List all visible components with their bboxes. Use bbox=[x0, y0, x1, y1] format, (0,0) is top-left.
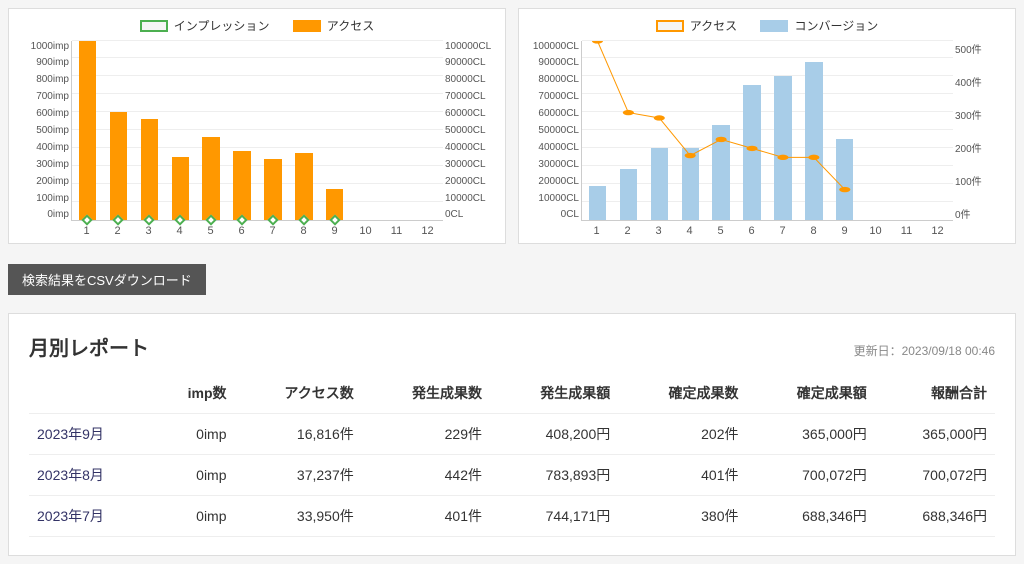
cell-period[interactable]: 2023年8月 bbox=[29, 454, 153, 495]
cell-hassei-count: 442件 bbox=[362, 454, 490, 495]
swatch-impression-icon bbox=[140, 20, 168, 32]
swatch-conversion-icon bbox=[760, 20, 788, 32]
cell-kakutei-count: 401件 bbox=[618, 454, 746, 495]
table-row: 2023年8月0imp37,237件442件783,893円401件700,07… bbox=[29, 454, 995, 495]
cell-imp: 0imp bbox=[153, 454, 235, 495]
line-point-icon bbox=[808, 154, 819, 159]
chart2-legend: アクセス コンバージョン bbox=[529, 15, 1005, 41]
bar bbox=[79, 41, 96, 220]
line-point-icon bbox=[654, 115, 665, 120]
th-period bbox=[29, 373, 153, 414]
th-imp: imp数 bbox=[153, 373, 235, 414]
cell-hassei-count: 401件 bbox=[362, 495, 490, 536]
cell-kakutei-amount: 688,346円 bbox=[746, 495, 874, 536]
legend-conversion: コンバージョン bbox=[760, 17, 878, 34]
legend-impression-label: インプレッション bbox=[174, 17, 270, 34]
chart1-xaxis: 123456789101112 bbox=[71, 221, 443, 237]
th-hassei-amount: 発生成果額 bbox=[490, 373, 618, 414]
cell-period[interactable]: 2023年9月 bbox=[29, 413, 153, 454]
legend-access-label: アクセス bbox=[327, 17, 374, 34]
cell-access: 33,950件 bbox=[235, 495, 362, 536]
cell-kakutei-amount: 365,000円 bbox=[746, 413, 874, 454]
chart2-yaxis-right: 500件400件300件200件100件0件 bbox=[953, 41, 1005, 221]
cell-reward: 700,072円 bbox=[875, 454, 995, 495]
cell-period[interactable]: 2023年7月 bbox=[29, 495, 153, 536]
chart2-xaxis: 123456789101112 bbox=[581, 221, 953, 237]
cell-hassei-amount: 783,893円 bbox=[490, 454, 618, 495]
th-reward: 報酬合計 bbox=[875, 373, 995, 414]
bar bbox=[172, 157, 189, 220]
monthly-report-card: 月別レポート 更新日：2023/09/18 00:46 imp数 アクセス数 発… bbox=[8, 313, 1016, 556]
line-point-icon bbox=[746, 145, 757, 150]
legend-access: アクセス bbox=[293, 17, 374, 34]
table-header-row: imp数 アクセス数 発生成果数 発生成果額 確定成果数 確定成果額 報酬合計 bbox=[29, 373, 995, 414]
cell-hassei-amount: 744,171円 bbox=[490, 495, 618, 536]
chart1-yaxis-left: 1000imp900imp800imp700imp600imp500imp400… bbox=[19, 41, 71, 221]
th-access: アクセス数 bbox=[235, 373, 362, 414]
cell-imp: 0imp bbox=[153, 413, 235, 454]
cell-kakutei-count: 202件 bbox=[618, 413, 746, 454]
chart1-yaxis-right: 100000CL90000CL80000CL70000CL60000CL5000… bbox=[443, 41, 495, 221]
chart-impressions-access: インプレッション アクセス 1000imp900imp800imp700imp6… bbox=[8, 8, 506, 244]
th-kakutei-count: 確定成果数 bbox=[618, 373, 746, 414]
cell-reward: 365,000円 bbox=[875, 413, 995, 454]
line-point-icon bbox=[777, 154, 788, 159]
bar bbox=[295, 153, 312, 219]
th-hassei-count: 発生成果数 bbox=[362, 373, 490, 414]
bar bbox=[264, 159, 281, 220]
line-point-icon bbox=[716, 136, 727, 141]
bar bbox=[110, 112, 127, 219]
th-kakutei-amount: 確定成果額 bbox=[746, 373, 874, 414]
chart1-plot bbox=[71, 41, 443, 221]
chart1-legend: インプレッション アクセス bbox=[19, 15, 495, 41]
report-title: 月別レポート bbox=[29, 332, 149, 361]
bar bbox=[141, 119, 158, 219]
chart-access-conversion: アクセス コンバージョン 100000CL90000CL80000CL70000… bbox=[518, 8, 1016, 244]
line-point-icon bbox=[685, 152, 696, 157]
swatch-access-line-icon bbox=[656, 20, 684, 32]
cell-imp: 0imp bbox=[153, 495, 235, 536]
swatch-access-icon bbox=[293, 20, 321, 32]
cell-kakutei-amount: 700,072円 bbox=[746, 454, 874, 495]
table-row: 2023年9月0imp16,816件229件408,200円202件365,00… bbox=[29, 413, 995, 454]
line-point-icon bbox=[623, 109, 634, 114]
cell-hassei-amount: 408,200円 bbox=[490, 413, 618, 454]
cell-kakutei-count: 380件 bbox=[618, 495, 746, 536]
legend-impression: インプレッション bbox=[140, 17, 270, 34]
chart2-yaxis-left: 100000CL90000CL80000CL70000CL60000CL5000… bbox=[529, 41, 581, 221]
bar bbox=[233, 151, 250, 219]
bar bbox=[202, 137, 219, 219]
legend-access2: アクセス bbox=[656, 17, 737, 34]
cell-access: 16,816件 bbox=[235, 413, 362, 454]
cell-hassei-count: 229件 bbox=[362, 413, 490, 454]
line-point-icon bbox=[839, 186, 850, 191]
table-row: 2023年7月0imp33,950件401件744,171円380件688,34… bbox=[29, 495, 995, 536]
line-point-icon bbox=[592, 41, 603, 44]
legend-access2-label: アクセス bbox=[690, 17, 737, 34]
legend-conversion-label: コンバージョン bbox=[794, 17, 878, 34]
report-updated-date: 更新日：2023/09/18 00:46 bbox=[854, 342, 995, 359]
cell-reward: 688,346円 bbox=[875, 495, 995, 536]
monthly-report-table: imp数 アクセス数 発生成果数 発生成果額 確定成果数 確定成果額 報酬合計 … bbox=[29, 373, 995, 537]
chart2-plot bbox=[581, 41, 953, 221]
csv-download-button[interactable]: 検索結果をCSVダウンロード bbox=[8, 264, 206, 295]
cell-access: 37,237件 bbox=[235, 454, 362, 495]
